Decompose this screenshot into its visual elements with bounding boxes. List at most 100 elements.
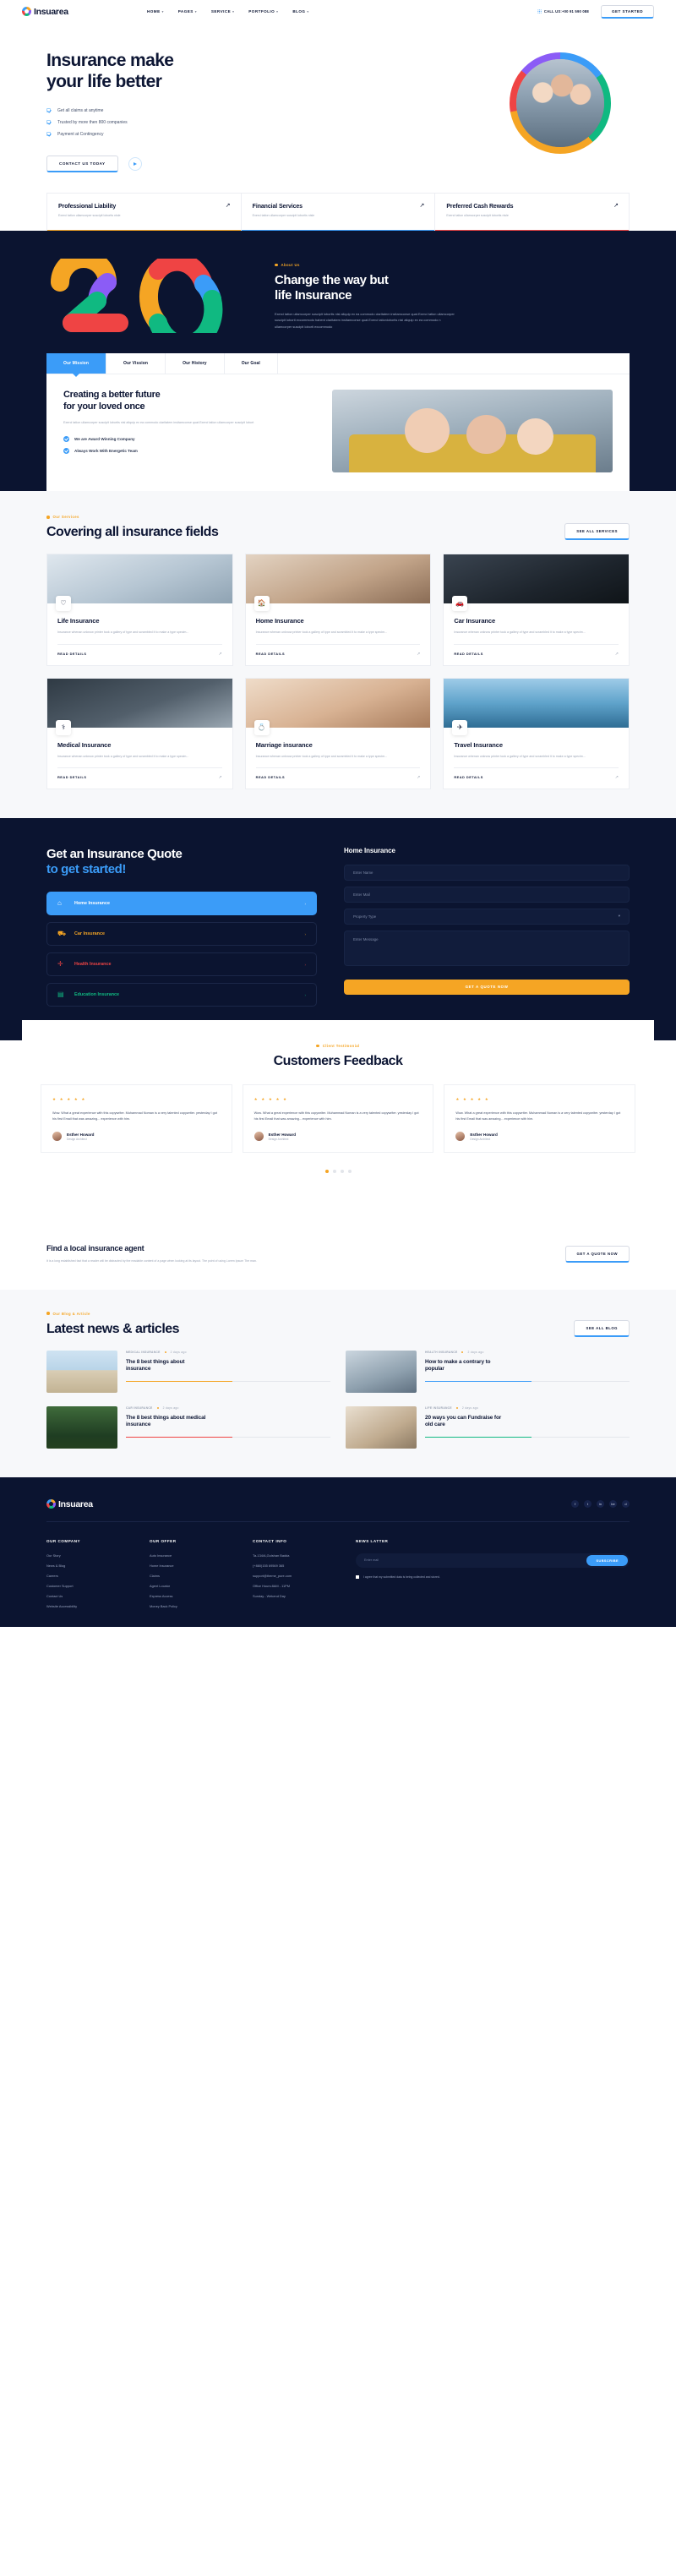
check-circle-icon bbox=[63, 447, 69, 454]
blog-post[interactable]: HEALTH INSURANCE 2 days ago How to make a… bbox=[346, 1350, 630, 1393]
read-details-link[interactable]: READ DETAILS bbox=[454, 652, 482, 656]
service-card-travel-insurance[interactable]: ✈ Travel Insurance Insurance whenan unkn… bbox=[443, 677, 630, 789]
rating-stars: ★ ★ ★ ★ ★ bbox=[52, 1097, 87, 1102]
find-agent-title: Find a local insurance agent bbox=[46, 1244, 144, 1253]
footer-link[interactable]: Website Accessibility bbox=[46, 1604, 139, 1608]
list-item: Always Work With Energetic Team bbox=[63, 447, 317, 454]
chevron-right-icon: › bbox=[304, 992, 307, 997]
nav-item-pages[interactable]: PAGES ▾ bbox=[178, 9, 197, 14]
footer-link[interactable]: News & Blog bbox=[46, 1564, 139, 1568]
get-started-button[interactable]: GET STARTED bbox=[600, 4, 654, 19]
blog-date: 2 days ago bbox=[467, 1350, 484, 1354]
services-eyebrow: Our Services bbox=[46, 515, 218, 519]
feature-card-preferred-cash-rewards[interactable]: ↗ Preferred Cash Rewards Exerci tation u… bbox=[435, 194, 629, 232]
blog-post[interactable]: LIFE INSURANCE 2 days ago 20 ways you can… bbox=[346, 1405, 630, 1449]
tab-our-history[interactable]: Our History bbox=[166, 353, 225, 374]
carousel-dot[interactable] bbox=[332, 1170, 336, 1174]
arrow-up-right-icon: ↗ bbox=[218, 774, 222, 780]
quote-option-car-insurance[interactable]: ⛟ Car Insurance › bbox=[46, 922, 317, 947]
nav-item-service[interactable]: SERVICE ▾ bbox=[211, 9, 234, 14]
tab-our-goal[interactable]: Our Goal bbox=[225, 353, 278, 374]
nav-item-home[interactable]: HOME ▾ bbox=[147, 9, 164, 14]
read-details-link[interactable]: READ DETAILS bbox=[57, 775, 86, 779]
play-icon[interactable] bbox=[128, 156, 142, 171]
list-item: Payment at Contingency bbox=[46, 132, 317, 137]
property-type-select[interactable]: Property Type ▾ bbox=[344, 908, 630, 925]
feature-card-financial-services[interactable]: ↗ Financial Services Exerci tation ullam… bbox=[241, 194, 436, 232]
footer-link[interactable]: Claims bbox=[150, 1574, 243, 1578]
dribbble-icon[interactable]: d bbox=[622, 1500, 630, 1509]
footer-link[interactable]: Careers bbox=[46, 1574, 139, 1578]
agent-get-quote-button[interactable]: GET A QUOTE NOW bbox=[564, 1246, 630, 1263]
footer-contact-phone[interactable]: (+880)155 69569 365 bbox=[253, 1564, 346, 1568]
tab-our-mission[interactable]: Our Mission bbox=[46, 353, 106, 374]
arrow-up-right-icon: ↗ bbox=[417, 774, 421, 780]
read-details-link[interactable]: READ DETAILS bbox=[454, 775, 482, 779]
footer-link[interactable]: Money Back Policy bbox=[150, 1604, 243, 1608]
feature-card-professional-liability[interactable]: ↗ Professional Liability Exerci tation u… bbox=[47, 194, 242, 232]
facebook-icon[interactable]: f bbox=[571, 1500, 579, 1509]
footer-link[interactable]: Contact Us bbox=[46, 1594, 139, 1598]
get-quote-now-button[interactable]: GET A QUOTE NOW bbox=[344, 979, 630, 995]
footer-contact-email[interactable]: support@theme_pure.com bbox=[253, 1574, 346, 1578]
brand-name: Insuarea bbox=[34, 6, 68, 17]
site-footer: Insuarea f t in be d OUR COMPANY Our Sto… bbox=[0, 1476, 676, 1627]
service-card-marriage-insurance[interactable]: 💍 Marriage insurance Insurance whenan un… bbox=[244, 677, 432, 789]
footer-link[interactable]: Auto Insurance bbox=[150, 1553, 243, 1558]
footer-link[interactable]: Home Insurance bbox=[150, 1564, 243, 1568]
testimonials-grid: ★ ★ ★ ★ ★ Wow. What a great experience w… bbox=[22, 1084, 654, 1154]
email-field[interactable]: Enter Mail bbox=[344, 886, 630, 903]
service-card-life-insurance[interactable]: ♡ Life Insurance Insurance whenan unknow… bbox=[46, 554, 233, 666]
about-tabs-panel: Our Mission Our Vission Our History Our … bbox=[46, 353, 630, 492]
blog-post[interactable]: MEDICAL INSURANCE 2 days ago The 8 best t… bbox=[46, 1350, 330, 1393]
hero-media bbox=[317, 51, 630, 172]
feature-card-desc: Exerci tation ullamcorper suscipit lobor… bbox=[446, 214, 509, 217]
footer-brand[interactable]: Insuarea bbox=[46, 1499, 93, 1509]
linkedin-icon[interactable]: in bbox=[597, 1500, 604, 1509]
home-icon: 🏠 bbox=[254, 596, 270, 612]
blog-thumb bbox=[346, 1350, 417, 1393]
newsletter-email-input[interactable]: Enter mail bbox=[364, 1558, 586, 1562]
see-all-services-button[interactable]: SEE ALL SERVICES bbox=[564, 523, 630, 541]
testimonial-role: Design Architect bbox=[67, 1137, 87, 1141]
message-field[interactable]: Enter Message bbox=[344, 930, 630, 966]
service-card-medical-insurance[interactable]: ⚕ Medical Insurance Insurance whenan unk… bbox=[46, 677, 233, 789]
footer-link[interactable]: Agent Locator bbox=[150, 1584, 243, 1588]
quote-option-home-insurance[interactable]: ⌂ Home Insurance › bbox=[46, 892, 317, 916]
blog-post-title: How to make a contrary to popular bbox=[425, 1358, 491, 1373]
read-details-link[interactable]: READ DETAILS bbox=[256, 775, 285, 779]
behance-icon[interactable]: be bbox=[609, 1500, 617, 1509]
read-details-link[interactable]: READ DETAILS bbox=[57, 652, 86, 656]
blog-post[interactable]: CAR INSURANCE 2 days ago The 8 best thing… bbox=[46, 1405, 330, 1449]
quote-option-education-insurance[interactable]: ▤ Education Insurance › bbox=[46, 983, 317, 1007]
service-thumb: 🚗 bbox=[444, 554, 629, 612]
service-card-car-insurance[interactable]: 🚗 Car Insurance Insurance whenan unknow … bbox=[443, 554, 630, 666]
divider bbox=[425, 1436, 630, 1438]
name-field[interactable]: Enter Name bbox=[344, 864, 630, 881]
carousel-dot[interactable] bbox=[347, 1170, 352, 1174]
brand-logo[interactable]: Insuarea bbox=[22, 7, 132, 17]
contact-us-button[interactable]: CONTACT US TODAY bbox=[46, 155, 118, 172]
agree-checkbox[interactable] bbox=[356, 1575, 359, 1579]
footer-link[interactable]: Customer Support bbox=[46, 1584, 139, 1588]
service-card-home-insurance[interactable]: 🏠 Home Insurance Insurance whenan unknow… bbox=[244, 554, 432, 666]
carousel-dot[interactable] bbox=[324, 1170, 329, 1174]
quote-option-health-insurance[interactable]: ✛ Health Insurance › bbox=[46, 952, 317, 977]
footer-link[interactable]: Our Story bbox=[46, 1553, 139, 1558]
tab-our-vission[interactable]: Our Vission bbox=[106, 353, 166, 374]
service-title: Marriage insurance bbox=[255, 740, 313, 749]
carousel-dot[interactable] bbox=[340, 1170, 344, 1174]
call-us[interactable]: CALL US:+00 91 590 088 bbox=[537, 9, 589, 14]
divider bbox=[126, 1436, 330, 1438]
read-details-link[interactable]: READ DETAILS bbox=[256, 652, 285, 656]
nav-item-blog[interactable]: BLOG ▾ bbox=[292, 9, 308, 14]
subscribe-button[interactable]: SUBSCRIBE bbox=[586, 1554, 628, 1566]
see-all-blog-button[interactable]: SEE ALL BLOG bbox=[574, 1319, 630, 1337]
blog-thumb bbox=[46, 1350, 117, 1393]
logo-icon bbox=[46, 1499, 56, 1509]
hero-actions: CONTACT US TODAY bbox=[46, 155, 317, 172]
blog-category: HEALTH INSURANCE bbox=[425, 1350, 458, 1354]
twitter-icon[interactable]: t bbox=[584, 1500, 592, 1509]
footer-link[interactable]: Express Access bbox=[150, 1594, 243, 1598]
nav-item-portfolio[interactable]: PORTFOLIO ▾ bbox=[248, 9, 278, 14]
